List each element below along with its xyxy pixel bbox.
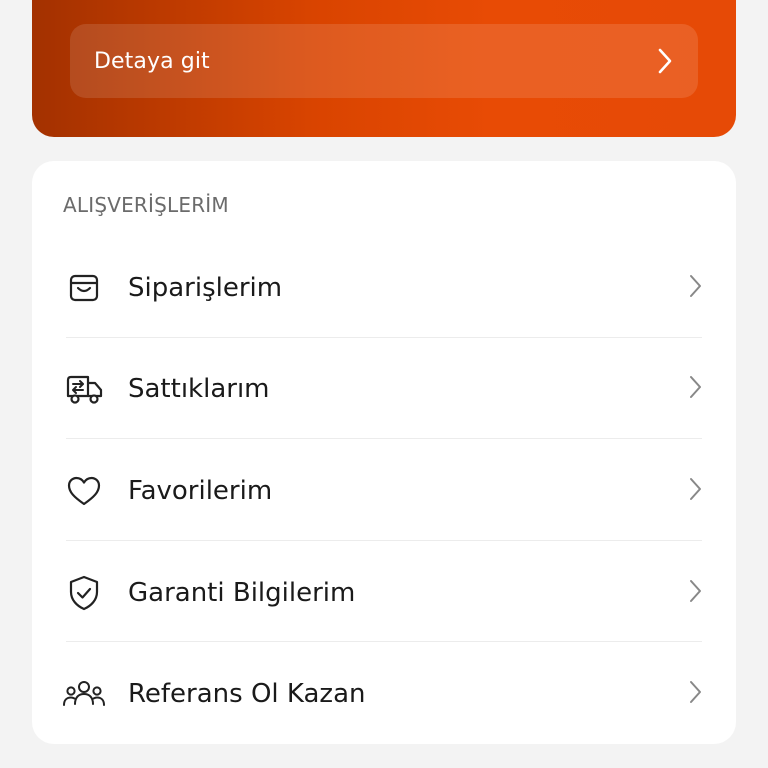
menu-item-warranty[interactable]: Garanti Bilgilerim xyxy=(64,542,704,643)
menu-item-favorites[interactable]: Favorilerim xyxy=(64,440,704,541)
chevron-right-icon xyxy=(688,274,702,302)
menu-item-label: Garanti Bilgilerim xyxy=(128,577,356,608)
shopping-bag-icon xyxy=(62,266,106,310)
people-icon xyxy=(62,672,106,716)
chevron-right-icon xyxy=(656,47,674,75)
divider xyxy=(66,540,702,541)
menu-item-label: Sattıklarım xyxy=(128,373,270,404)
detail-button-label: Detaya git xyxy=(94,48,210,74)
chevron-right-icon xyxy=(688,579,702,607)
menu-item-referral[interactable]: Referans Ol Kazan xyxy=(62,643,704,744)
section-title: ALIŞVERİŞLERİM xyxy=(63,193,229,217)
exchange-truck-icon xyxy=(62,367,106,411)
shopping-menu-card: ALIŞVERİŞLERİM Siparişlerim Sattıklarım … xyxy=(32,161,736,744)
menu-item-label: Siparişlerim xyxy=(128,272,283,303)
shield-check-icon xyxy=(62,571,106,615)
menu-item-orders[interactable]: Siparişlerim xyxy=(64,237,704,338)
menu-item-sales[interactable]: Sattıklarım xyxy=(64,338,704,439)
menu-item-label: Favorilerim xyxy=(128,475,273,506)
divider xyxy=(66,438,702,439)
menu-item-label: Referans Ol Kazan xyxy=(128,678,366,709)
chevron-right-icon xyxy=(688,477,702,505)
heart-icon xyxy=(62,469,106,513)
promo-card: Detaya git xyxy=(32,0,736,137)
chevron-right-icon xyxy=(688,375,702,403)
detail-button[interactable]: Detaya git xyxy=(70,24,698,98)
divider xyxy=(66,641,702,642)
chevron-right-icon xyxy=(688,680,702,708)
